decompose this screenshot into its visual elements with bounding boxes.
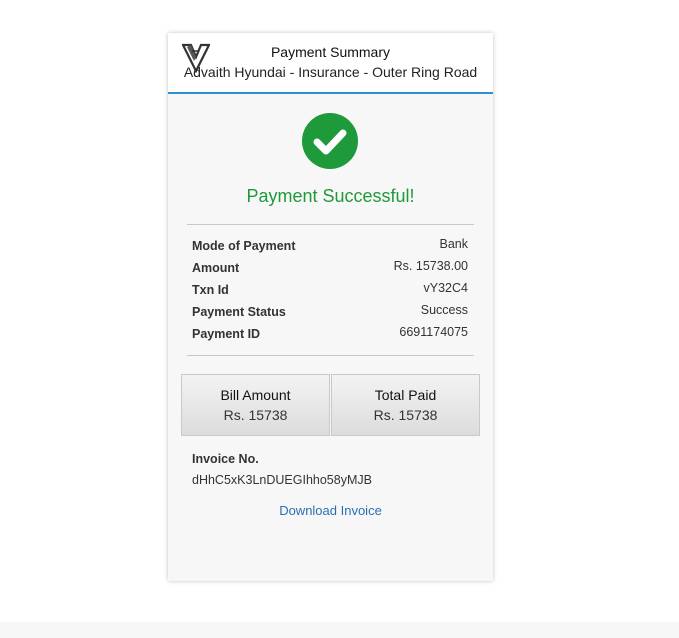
amount-summary: Bill Amount Rs. 15738 Total Paid Rs. 157… <box>181 374 480 436</box>
total-paid-box: Total Paid Rs. 15738 <box>331 374 480 436</box>
merchant-name: Advaith Hyundai - Insurance - Outer Ring… <box>183 64 478 80</box>
detail-row-amount: Amount Rs. 15738.00 <box>192 259 468 282</box>
detail-row-payment-id: Payment ID 6691174075 <box>192 325 468 348</box>
detail-value: vY32C4 <box>423 281 468 295</box>
detail-label: Payment ID <box>192 327 261 341</box>
payment-status-message: Payment Successful! <box>246 186 415 206</box>
total-paid-label: Total Paid <box>374 387 437 403</box>
page-background <box>0 622 679 638</box>
invoice-number: dHhC5xK3LnDUEGIhho58yMJB <box>192 473 372 487</box>
divider-bottom <box>187 355 474 356</box>
detail-label: Txn Id <box>192 283 229 297</box>
payment-details: Mode of Payment Bank Amount Rs. 15738.00… <box>192 237 469 348</box>
detail-value: Rs. 15738.00 <box>393 259 468 273</box>
download-invoice-link[interactable]: Download Invoice <box>168 503 493 518</box>
bill-amount-box: Bill Amount Rs. 15738 <box>181 374 330 436</box>
card-header: Payment Summary Advaith Hyundai - Insura… <box>168 33 493 94</box>
invoice-label: Invoice No. <box>192 452 259 466</box>
detail-row-status: Payment Status Success <box>192 303 468 326</box>
check-circle-icon <box>302 113 358 169</box>
page-title: Payment Summary <box>270 44 391 60</box>
total-paid-value: Rs. 15738 <box>373 407 438 423</box>
payment-summary-card: Payment Summary Advaith Hyundai - Insura… <box>168 33 493 581</box>
detail-value: Bank <box>439 237 469 251</box>
detail-value: 6691174075 <box>399 325 468 339</box>
bill-amount-label: Bill Amount <box>220 387 291 403</box>
detail-row-txn-id: Txn Id vY32C4 <box>192 281 468 304</box>
bill-amount-value: Rs. 15738 <box>223 407 288 423</box>
detail-label: Payment Status <box>192 305 286 319</box>
detail-label: Mode of Payment <box>192 239 296 253</box>
detail-value: Success <box>420 303 468 317</box>
detail-row-mode: Mode of Payment Bank <box>192 237 469 260</box>
divider-top <box>187 224 474 225</box>
detail-label: Amount <box>192 261 240 275</box>
